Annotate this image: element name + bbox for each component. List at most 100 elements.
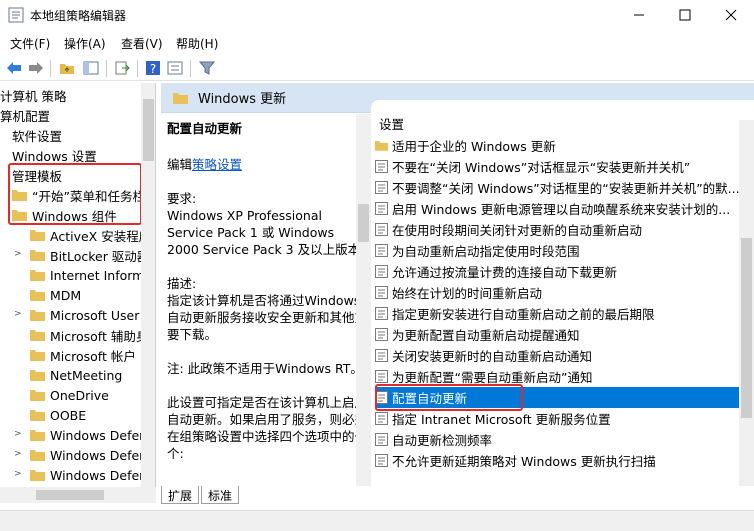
console-tree: 计算机 策略 算机配置 软件设置 Windows 设置 管理模板 “开始”菜单和… bbox=[0, 83, 156, 503]
scroll-thumb[interactable] bbox=[741, 238, 752, 418]
scroll-thumb[interactable] bbox=[358, 204, 369, 242]
export-list-button[interactable] bbox=[113, 59, 131, 77]
tree-item-microsoft-auth[interactable]: Microsoft 辅助身 bbox=[30, 325, 148, 345]
tab-extended[interactable]: 扩展 bbox=[161, 486, 200, 504]
policy-setting-icon bbox=[375, 454, 388, 467]
menu-bar: 文件(F) 操作(A) 查看(V) 帮助(H) bbox=[0, 32, 754, 54]
list-item[interactable]: 为自动重新启动指定使用时段范围 bbox=[375, 240, 740, 261]
note-text: 注: 此政策不适用于Windows RT。 bbox=[167, 361, 363, 376]
detail-text: 此设置可指定是否在该计算机上启用自动更新。如果启用了服务，则必须在组策略设置中选… bbox=[167, 395, 368, 461]
policy-setting-icon bbox=[375, 244, 388, 257]
list-item[interactable]: 适用于企业的 Windows 更新 bbox=[375, 135, 740, 156]
menu-help[interactable]: 帮助(H) bbox=[176, 35, 218, 52]
edit-policy-link[interactable]: 策略设置 bbox=[192, 157, 242, 172]
list-item[interactable]: 允许通过按流量计费的连接自动下载更新 bbox=[375, 261, 740, 282]
tree-item-computer-config[interactable]: 算机配置 bbox=[0, 105, 50, 125]
tree-item-computer-policy[interactable]: 计算机 策略 bbox=[0, 85, 66, 105]
list-item[interactable]: 为更新配置自动重新启动提醒通知 bbox=[375, 324, 740, 345]
details-pane: Windows 更新 配置自动更新 编辑策略设置 要求: Windows XP P… bbox=[161, 83, 754, 486]
list-item[interactable]: 指定更新安装进行自动重新启动之前的最后期限 bbox=[375, 303, 740, 324]
folder-icon bbox=[30, 230, 45, 241]
tree-item-windows-defender-2[interactable]: Windows Defen bbox=[30, 445, 147, 465]
expand-arrow-icon[interactable]: > bbox=[14, 249, 22, 259]
list-item[interactable]: 不允许更新延期策略对 Windows 更新执行扫描 bbox=[375, 450, 740, 471]
policy-setting-icon bbox=[375, 223, 388, 236]
tree-item-windows-defender-3[interactable]: Windows Defen bbox=[30, 465, 147, 485]
list-item[interactable]: 在使用时段期间关闭针对更新的自动重新启动 bbox=[375, 219, 740, 240]
list-scrollbar[interactable] bbox=[739, 120, 754, 486]
scroll-thumb[interactable] bbox=[36, 490, 104, 500]
list-item[interactable]: 启用 Windows 更新电源管理以自动唤醒系统来安装计划的... bbox=[375, 198, 740, 219]
tree-item-activex[interactable]: ActiveX 安装程序 bbox=[30, 225, 151, 245]
policy-setting-icon bbox=[375, 181, 388, 194]
description-scrollbar[interactable] bbox=[356, 114, 371, 486]
tree-item-bitlocker[interactable]: BitLocker 驱动器 bbox=[30, 245, 149, 265]
column-header-setting[interactable]: 设置 bbox=[371, 114, 754, 134]
menu-action[interactable]: 操作(A) bbox=[64, 35, 106, 52]
expand-arrow-icon[interactable]: > bbox=[14, 309, 22, 319]
filter-button[interactable] bbox=[198, 59, 216, 77]
maximize-button[interactable] bbox=[662, 0, 708, 30]
policy-setting-icon bbox=[375, 286, 388, 299]
expand-arrow-icon[interactable]: > bbox=[14, 449, 22, 459]
policy-setting-icon bbox=[375, 349, 388, 362]
requirements-text: Windows XP Professional Service Pack 1 或… bbox=[167, 208, 361, 257]
tree-item-onedrive[interactable]: OneDrive bbox=[30, 385, 109, 405]
show-hide-tree-button[interactable] bbox=[82, 59, 100, 77]
tree-item-netmeeting[interactable]: NetMeeting bbox=[30, 365, 122, 385]
tree-item-internet-info[interactable]: Internet Inform bbox=[30, 265, 144, 285]
properties-icon bbox=[167, 61, 183, 75]
svg-text:?: ? bbox=[150, 62, 156, 76]
folder-icon bbox=[30, 430, 45, 441]
window-title: 本地组策略编辑器 bbox=[30, 9, 127, 23]
policy-setting-icon bbox=[375, 307, 388, 320]
folder-icon bbox=[30, 470, 45, 481]
folder-icon bbox=[30, 450, 45, 461]
tree-horizontal-scrollbar[interactable] bbox=[0, 487, 156, 503]
policy-setting-icon bbox=[375, 412, 388, 425]
menu-file[interactable]: 文件(F) bbox=[10, 35, 50, 52]
expand-arrow-icon[interactable]: > bbox=[14, 429, 22, 439]
list-item[interactable]: 不要调整“关闭 Windows”对话框里的“安装更新并关机”的默... bbox=[375, 177, 740, 198]
folder-icon bbox=[30, 330, 45, 341]
list-item[interactable]: 自动更新检测频率 bbox=[375, 429, 740, 450]
back-button[interactable] bbox=[5, 59, 23, 77]
policy-setting-icon bbox=[375, 160, 388, 173]
policy-setting-icon bbox=[375, 202, 388, 215]
description-panel: 配置自动更新 编辑策略设置 要求: Windows XP Professional… bbox=[167, 121, 368, 461]
tree-item-windows-settings[interactable]: Windows 设置 bbox=[12, 145, 97, 165]
settings-list: 设置 适用于企业的 Windows 更新 不要在“关闭 Windows”对话框显… bbox=[371, 100, 754, 486]
list-item[interactable]: 始终在计划的时间重新启动 bbox=[375, 282, 740, 303]
scroll-thumb[interactable] bbox=[143, 99, 154, 161]
tree-item-windows-defender-1[interactable]: Windows Defen bbox=[30, 425, 147, 445]
properties-button[interactable] bbox=[166, 59, 184, 77]
minimize-button[interactable] bbox=[616, 0, 662, 30]
list-item[interactable]: 指定 Intranet Microsoft 更新服务位置 bbox=[375, 408, 740, 429]
menu-view[interactable]: 查看(V) bbox=[121, 35, 163, 52]
close-button[interactable] bbox=[708, 0, 754, 30]
tree-item-oobe[interactable]: OOBE bbox=[30, 405, 86, 425]
up-level-button[interactable] bbox=[58, 59, 76, 77]
folder-icon bbox=[30, 370, 45, 381]
tree-vertical-scrollbar[interactable] bbox=[141, 83, 155, 503]
tree-item-mdm[interactable]: MDM bbox=[30, 285, 81, 305]
tree-item-software-settings[interactable]: 软件设置 bbox=[12, 125, 62, 145]
tree-item-microsoft-user[interactable]: Microsoft User bbox=[30, 305, 139, 325]
console-tree-icon bbox=[83, 61, 99, 75]
folder-icon bbox=[30, 250, 45, 261]
forward-button[interactable] bbox=[27, 59, 45, 77]
help-button[interactable]: ? bbox=[144, 59, 162, 77]
pane-title: Windows 更新 bbox=[198, 92, 287, 107]
title-bar: 本地组策略编辑器 bbox=[0, 0, 754, 30]
list-item[interactable]: 不要在“关闭 Windows”对话框显示“安装更新并关机” bbox=[375, 156, 740, 177]
folder-icon bbox=[375, 141, 388, 151]
policy-setting-icon bbox=[375, 433, 388, 446]
tree-item-microsoft-account[interactable]: Microsoft 帐户 bbox=[30, 345, 136, 365]
folder-icon bbox=[30, 350, 45, 361]
highlight-box bbox=[8, 163, 142, 225]
view-tabs: 扩展 标准 bbox=[161, 486, 754, 506]
policy-setting-icon bbox=[375, 265, 388, 278]
list-item[interactable]: 关闭安装更新时的自动重新启动通知 bbox=[375, 345, 740, 366]
tab-standard[interactable]: 标准 bbox=[201, 486, 240, 504]
expand-arrow-icon[interactable]: > bbox=[14, 469, 22, 479]
